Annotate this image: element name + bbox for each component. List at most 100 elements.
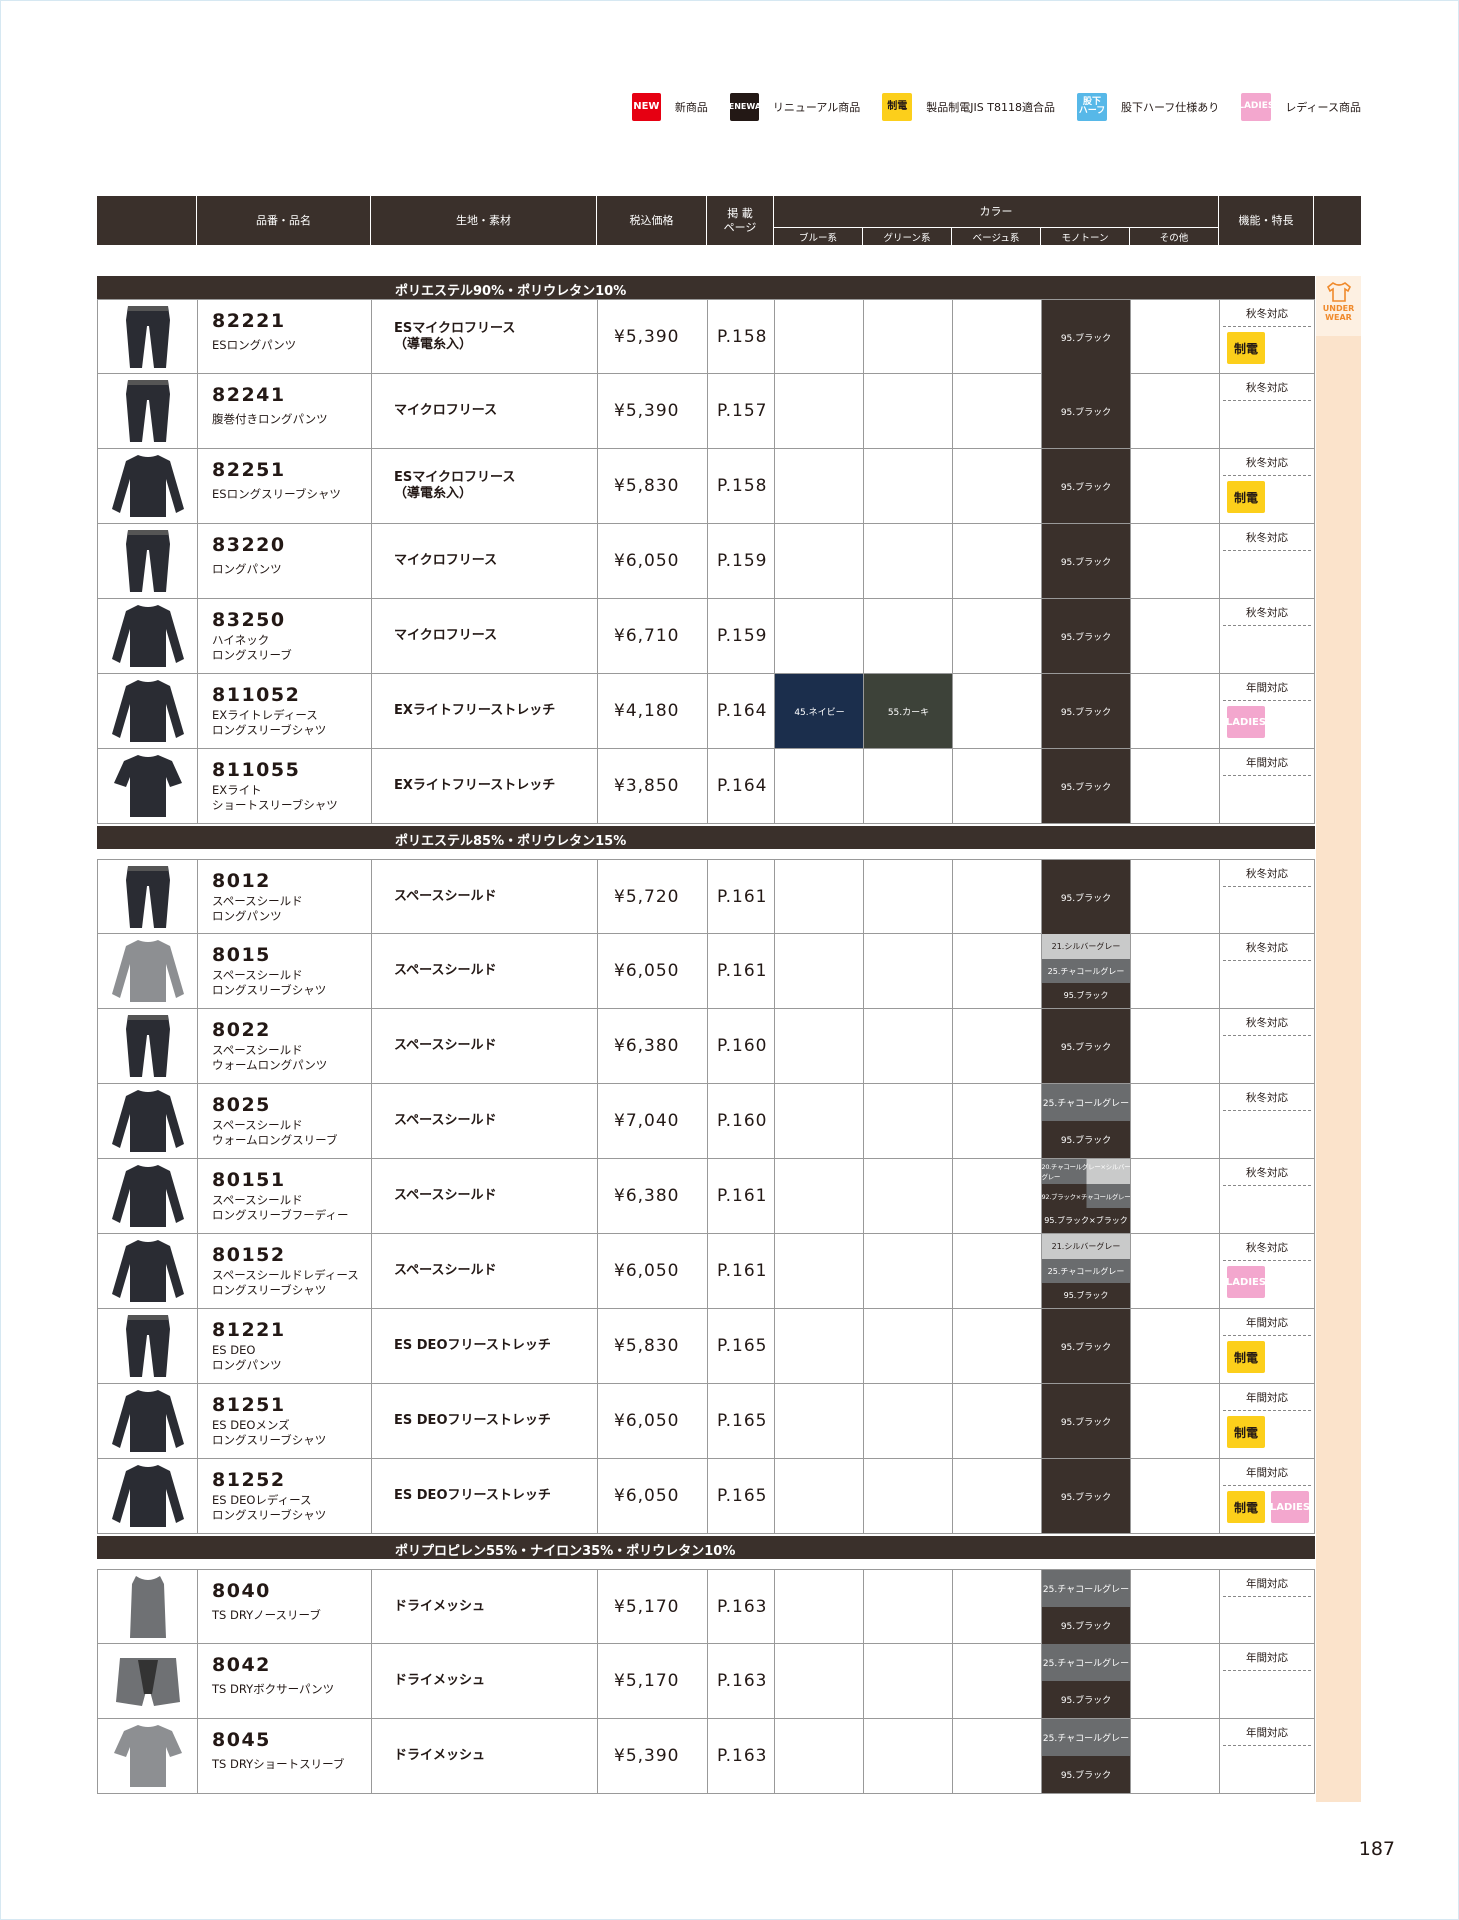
product-name: ESロングパンツ (212, 338, 297, 352)
catalog-page: P.165 (707, 1459, 774, 1533)
product-cell: 8045 TS DRYショートスリーブ (197, 1719, 371, 1793)
color-blue-cell (774, 1084, 863, 1158)
color-monotone-cell: 95.ブラック (1041, 449, 1130, 523)
header-color-group: ブルー系 (773, 227, 862, 245)
product-code: 80152 (212, 1244, 286, 1266)
product-code: 8022 (212, 1019, 271, 1041)
color-blue-cell (774, 1159, 863, 1233)
color-swatch: 25.チャコールグレー (1041, 958, 1131, 984)
color-other-cell (1130, 1234, 1219, 1308)
product-cell: 8025 スペースシールド ウォームロングスリーブ (197, 1084, 371, 1158)
color-swatch: 95.ブラック (1060, 407, 1112, 418)
inseam-half-badge: 股下 ハーフ (1076, 93, 1107, 121)
material: EXライトフリーストレッチ (371, 674, 597, 748)
color-other-cell (1130, 1309, 1219, 1383)
legend-item: 制電 製品制電JIS T8118適合品 (882, 93, 1055, 121)
price: ¥7,040 (597, 1084, 707, 1158)
catalog-page: P.160 (707, 1009, 774, 1083)
color-swatch: 95.ブラック (1063, 991, 1109, 1001)
color-green-cell (863, 1719, 952, 1793)
features-cell: 秋冬対応 制電 (1219, 300, 1314, 374)
color-swatch: 95.ブラック (1060, 333, 1112, 344)
product-cell: 80152 スペースシールドレディース ロングスリーブシャツ (197, 1234, 371, 1308)
material: EXライトフリーストレッチ (371, 749, 597, 823)
header-color-group: モノトーン (1040, 227, 1129, 245)
color-blue-cell (774, 860, 863, 934)
catalog-page: P.165 (707, 1309, 774, 1383)
color-blue-cell (774, 749, 863, 823)
color-green-cell (863, 599, 952, 673)
legend-label: 股下ハーフ仕様あり (1120, 101, 1220, 114)
product-code: 82241 (212, 384, 286, 406)
ladies-badge: LADIES (1226, 706, 1266, 738)
color-blue-cell (774, 1570, 863, 1644)
color-swatch: 55.カーキ (887, 707, 930, 718)
color-other-cell (1130, 524, 1219, 598)
price: ¥5,830 (597, 449, 707, 523)
color-blue-cell (774, 524, 863, 598)
color-blue-cell (774, 934, 863, 1008)
color-monotone-cell: 25.チャコールグレー 95.ブラック (1041, 1644, 1131, 1718)
table-row: 83250 ハイネック ロングスリーブ マイクロフリース ¥6,710 P.159 95.… (97, 599, 1315, 674)
color-swatch: 92.ブラック×チャコールグレー (1041, 1183, 1131, 1209)
product-image (98, 1084, 197, 1158)
color-swatch: 95.ブラック (1060, 632, 1112, 643)
color-swatch: 45.ネイビー (794, 707, 845, 718)
color-green-cell (863, 1084, 952, 1158)
color-green-cell (863, 934, 952, 1008)
catalog-page: P.164 (707, 749, 774, 823)
product-cell: 8040 TS DRYノースリーブ (197, 1570, 371, 1644)
product-name: TS DRYノースリーブ (212, 1608, 321, 1622)
table-row: 8025 スペースシールド ウォームロングスリーブ スペースシールド ¥7,040 P.… (97, 1084, 1315, 1159)
color-swatch: 95.ブラック (1063, 1291, 1109, 1301)
table-row: 811055 EXライト ショートスリーブシャツ EXライトフリーストレッチ ¥3,8… (97, 749, 1315, 824)
color-other-cell (1130, 860, 1219, 934)
product-name: スペースシールド ロングパンツ (212, 894, 303, 923)
table-row: 8015 スペースシールド ロングスリーブシャツ スペースシールド ¥6,050 P.1… (97, 934, 1315, 1009)
product-cell: 83220 ロングパンツ (197, 524, 371, 598)
season-label: 秋冬対応 (1223, 306, 1311, 327)
header-color-group: グリーン系 (862, 227, 951, 245)
antistatic-badge: 制電 (1227, 1491, 1265, 1523)
color-blue-cell (774, 300, 863, 374)
material: ES DEOフリーストレッチ (371, 1309, 597, 1383)
section-header: ポリエステル85%・ポリウレタン15% (97, 826, 1315, 849)
catalog-page: P.159 (707, 599, 774, 673)
price: ¥5,170 (597, 1570, 707, 1644)
section-title: ポリエステル90%・ポリウレタン10% (395, 284, 627, 299)
color-swatch: 25.チャコールグレー (1041, 1570, 1131, 1607)
color-beige-cell (952, 1384, 1041, 1458)
legend-item: LADIES レディース商品 (1238, 93, 1361, 121)
product-code: 8012 (212, 870, 271, 892)
features-cell: 秋冬対応 (1219, 374, 1314, 448)
color-beige-cell (952, 449, 1041, 523)
price: ¥5,170 (597, 1644, 707, 1718)
table-row: 8012 スペースシールド ロングパンツ スペースシールド ¥5,720 P.161 95… (97, 859, 1315, 934)
product-image (98, 934, 197, 1008)
price: ¥6,050 (597, 934, 707, 1008)
color-swatch: 95.ブラック (1060, 1771, 1112, 1781)
price: ¥5,390 (597, 1719, 707, 1793)
product-code: 8040 (212, 1580, 271, 1602)
color-beige-cell (952, 749, 1041, 823)
material: スペースシールド (371, 1084, 597, 1158)
product-cell: 81221 ES DEO ロングパンツ (197, 1309, 371, 1383)
product-image (98, 1644, 197, 1718)
color-swatch: 95.ブラック (1060, 1136, 1112, 1146)
price: ¥6,050 (597, 1459, 707, 1533)
product-cell: 80151 スペースシールド ロングスリーブフーディー (197, 1159, 371, 1233)
product-image (98, 1719, 197, 1793)
color-swatch: 25.チャコールグレー (1041, 1719, 1131, 1756)
product-cell: 81251 ES DEOメンズ ロングスリーブシャツ (197, 1384, 371, 1458)
color-monotone-cell: 25.チャコールグレー 95.ブラック (1041, 1570, 1131, 1644)
catalog-page: P.159 (707, 524, 774, 598)
season-label: 年間対応 (1223, 1650, 1311, 1671)
product-code: 81221 (212, 1319, 286, 1341)
header-product: 品番・品名 (196, 196, 370, 245)
season-label: 秋冬対応 (1223, 530, 1311, 551)
color-blue-cell (774, 374, 863, 448)
color-green-cell (863, 1309, 952, 1383)
color-green-cell (863, 1159, 952, 1233)
season-label: 年間対応 (1223, 680, 1311, 701)
features-cell: 秋冬対応 (1219, 1009, 1314, 1083)
